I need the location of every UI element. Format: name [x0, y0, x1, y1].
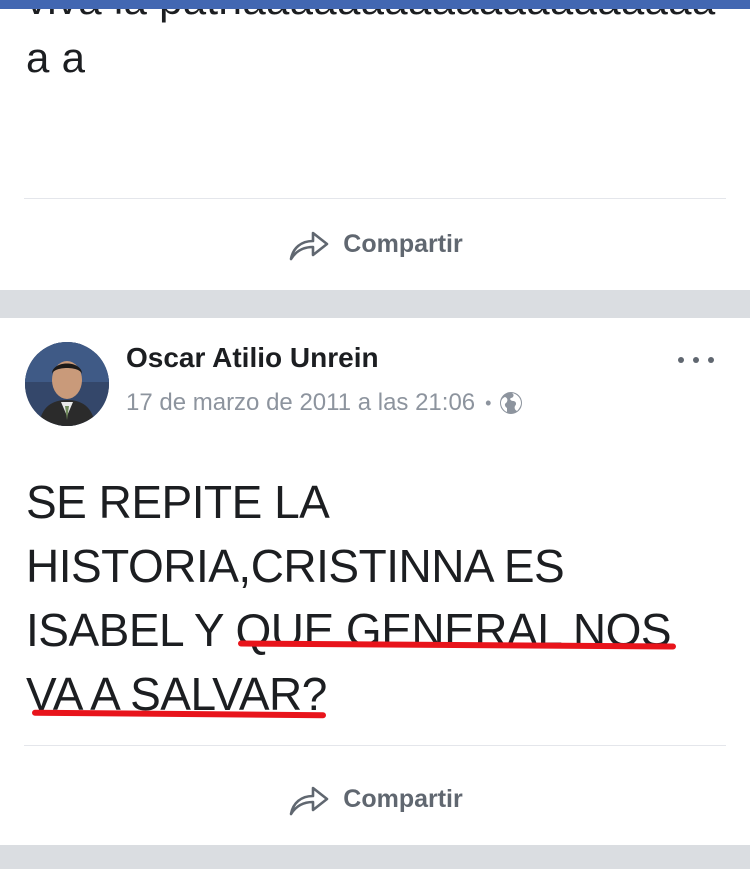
avatar[interactable]: [25, 342, 109, 426]
share-label: Compartir: [343, 784, 463, 813]
top-app-bar: [0, 0, 750, 9]
author-name[interactable]: Oscar Atilio Unrein: [126, 342, 379, 374]
post-text-line: ISABEL Y QUE GENERAL NOS: [26, 604, 672, 656]
post-text-line: HISTORIA,CRISTINNA ES: [26, 540, 565, 592]
feed-separator: [0, 290, 750, 318]
share-arrow-icon: [289, 231, 329, 261]
post-text-line: SE REPITE LA: [26, 476, 330, 528]
post-meta: 17 de marzo de 2011 a las 21:06 •: [126, 389, 523, 417]
profile-photo: [25, 342, 109, 426]
share-button[interactable]: Compartir: [0, 769, 750, 829]
post-card-1: viva la patriaaaaaaaaaaaaaaaaaaaaa a Com…: [0, 9, 750, 290]
globe-icon: [500, 392, 523, 414]
post-text: SE REPITE LA HISTORIA,CRISTINNA ES ISABE…: [26, 470, 726, 726]
post-card-2: Oscar Atilio Unrein 17 de marzo de 2011 …: [0, 318, 750, 845]
feed-separator: [0, 845, 750, 869]
share-arrow-icon: [289, 786, 329, 816]
share-button[interactable]: Compartir: [0, 214, 750, 274]
post-timestamp[interactable]: 17 de marzo de 2011 a las 21:06: [126, 389, 475, 417]
more-options-icon[interactable]: [678, 352, 714, 368]
post-divider: [24, 198, 726, 199]
post-divider: [24, 745, 726, 746]
post-text: viva la patriaaaaaaaaaaaaaaaaaaaaa a: [26, 9, 715, 81]
meta-separator: •: [485, 392, 492, 413]
share-label: Compartir: [343, 229, 463, 258]
